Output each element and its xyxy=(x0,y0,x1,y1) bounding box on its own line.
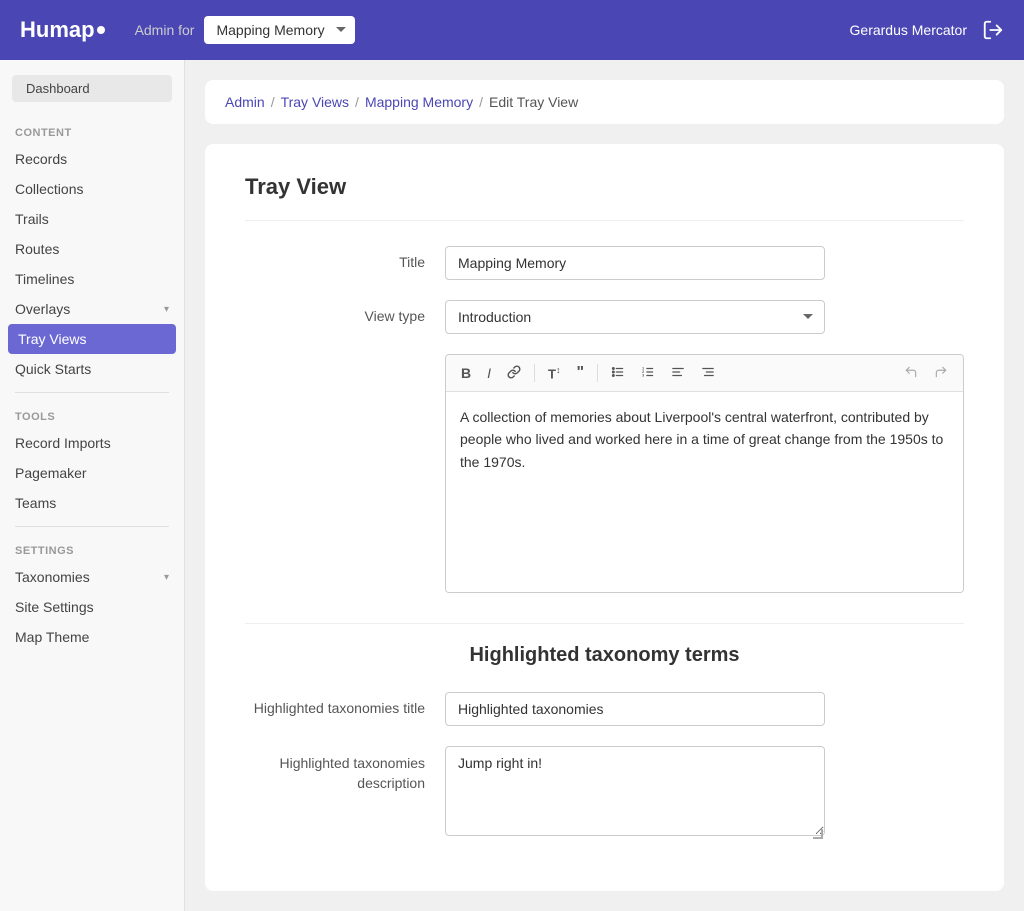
breadcrumb-tray-views[interactable]: Tray Views xyxy=(281,94,349,110)
rich-text-editor: B I T↕ " 123 xyxy=(445,354,964,593)
editor-toolbar: B I T↕ " 123 xyxy=(446,355,963,392)
logo-dot xyxy=(97,26,105,34)
title-row: Title xyxy=(245,246,964,280)
align-right-button[interactable] xyxy=(694,361,722,385)
logout-button[interactable] xyxy=(982,19,1004,41)
settings-section-label: SETTINGS xyxy=(0,535,184,562)
title-input[interactable] xyxy=(445,246,825,280)
bullet-list-button[interactable] xyxy=(604,361,632,385)
tools-section-label: TOOLS xyxy=(0,401,184,428)
overlays-arrow-icon: ▾ xyxy=(164,304,169,315)
logo-text: Humap xyxy=(20,17,95,43)
sidebar-item-teams[interactable]: Teams xyxy=(0,488,184,518)
sidebar-item-overlays[interactable]: Overlays ▾ xyxy=(0,294,184,324)
sidebar-item-trails[interactable]: Trails xyxy=(0,204,184,234)
main-content: Admin / Tray Views / Mapping Memory / Ed… xyxy=(185,60,1024,911)
content-section-label: CONTENT xyxy=(0,117,184,144)
overlays-label: Overlays xyxy=(15,301,70,317)
editor-body[interactable]: A collection of memories about Liverpool… xyxy=(446,392,963,592)
highlighted-desc-label: Highlighted taxonomies description xyxy=(245,746,445,793)
highlighted-title-row: Highlighted taxonomies title xyxy=(245,692,964,726)
sidebar-item-map-theme[interactable]: Map Theme xyxy=(0,622,184,652)
highlighted-desc-row: Highlighted taxonomies description Jump … xyxy=(245,746,964,841)
breadcrumb-sep-3: / xyxy=(479,94,483,110)
breadcrumb-current: Edit Tray View xyxy=(489,94,578,110)
sidebar-item-tray-views[interactable]: Tray Views xyxy=(8,324,176,354)
taxonomies-arrow-icon: ▾ xyxy=(164,572,169,583)
toolbar-sep-1 xyxy=(534,364,535,382)
sidebar-item-record-imports[interactable]: Record Imports xyxy=(0,428,184,458)
sidebar-item-records[interactable]: Records xyxy=(0,144,184,174)
form-card: Tray View Title View type Introduction M… xyxy=(205,144,1004,891)
highlighted-desc-textarea[interactable]: Jump right in! xyxy=(445,746,825,836)
sidebar-item-collections[interactable]: Collections xyxy=(0,174,184,204)
undo-redo-group xyxy=(897,361,955,385)
highlighted-title-input[interactable] xyxy=(445,692,825,726)
taxonomy-section-heading: Highlighted taxonomy terms xyxy=(245,623,964,667)
breadcrumb-sep-2: / xyxy=(355,94,359,110)
logo: Humap xyxy=(20,17,105,43)
highlighted-title-label: Highlighted taxonomies title xyxy=(245,692,445,716)
admin-label: Admin for xyxy=(135,22,195,38)
page-title: Tray View xyxy=(245,174,964,221)
svg-text:3: 3 xyxy=(642,374,644,378)
view-type-select[interactable]: Introduction Map Gallery List xyxy=(445,300,825,334)
sidebar-item-routes[interactable]: Routes xyxy=(0,234,184,264)
app-layout: Dashboard CONTENT Records Collections Tr… xyxy=(0,60,1024,911)
undo-button[interactable] xyxy=(897,361,925,385)
editor-row: B I T↕ " 123 xyxy=(245,354,964,593)
bold-button[interactable]: B xyxy=(454,362,478,384)
breadcrumb-sep-1: / xyxy=(271,94,275,110)
sidebar-item-site-settings[interactable]: Site Settings xyxy=(0,592,184,622)
breadcrumb-admin[interactable]: Admin xyxy=(225,94,265,110)
taxonomies-label: Taxonomies xyxy=(15,569,90,585)
number-list-button[interactable]: 123 xyxy=(634,361,662,385)
sidebar-dashboard-section: Dashboard xyxy=(12,75,172,102)
redo-button[interactable] xyxy=(927,361,955,385)
sidebar-divider-tools xyxy=(15,392,169,393)
italic-button[interactable]: I xyxy=(480,362,498,384)
view-type-label: View type xyxy=(245,300,445,324)
sidebar-item-taxonomies[interactable]: Taxonomies ▾ xyxy=(0,562,184,592)
dashboard-button[interactable]: Dashboard xyxy=(12,75,172,102)
sidebar-item-quick-starts[interactable]: Quick Starts xyxy=(0,354,184,384)
project-dropdown[interactable]: Mapping Memory xyxy=(204,16,355,44)
link-button[interactable] xyxy=(500,361,528,385)
sidebar-divider-settings xyxy=(15,526,169,527)
view-type-row: View type Introduction Map Gallery List xyxy=(245,300,964,334)
sidebar: Dashboard CONTENT Records Collections Tr… xyxy=(0,60,185,911)
editor-label xyxy=(245,354,445,362)
top-nav: Humap Admin for Mapping Memory Gerardus … xyxy=(0,0,1024,60)
title-label: Title xyxy=(245,246,445,270)
breadcrumb: Admin / Tray Views / Mapping Memory / Ed… xyxy=(205,80,1004,124)
text-size-button[interactable]: T↕ xyxy=(541,362,567,384)
breadcrumb-mapping-memory[interactable]: Mapping Memory xyxy=(365,94,473,110)
blockquote-button[interactable]: " xyxy=(569,361,591,385)
toolbar-sep-2 xyxy=(597,364,598,382)
sidebar-item-timelines[interactable]: Timelines xyxy=(0,264,184,294)
sidebar-item-pagemaker[interactable]: Pagemaker xyxy=(0,458,184,488)
user-name: Gerardus Mercator xyxy=(850,22,967,38)
align-left-button[interactable] xyxy=(664,361,692,385)
